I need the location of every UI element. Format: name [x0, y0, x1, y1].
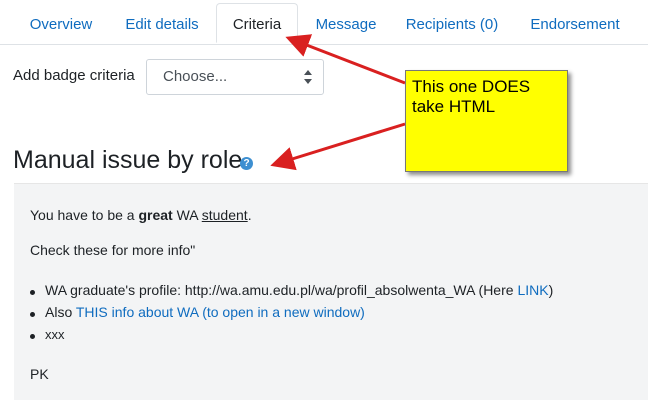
help-icon[interactable]: ?: [240, 157, 253, 170]
tab-bar: Overview Edit details Criteria Message R…: [0, 0, 648, 45]
criteria-description: You have to be a great WA student. Check…: [14, 183, 648, 400]
description-line-2: Check these for more info": [30, 242, 196, 258]
tab-overview[interactable]: Overview: [16, 6, 106, 43]
bullet-dot: [30, 334, 35, 339]
bullet-item-2: Also THIS info about WA (to open in a ne…: [45, 304, 365, 320]
annotation-text: This one DOES take HTML: [412, 77, 531, 116]
criteria-select[interactable]: Choose...: [146, 59, 324, 95]
annotation-note: This one DOES take HTML: [405, 70, 568, 172]
link-wa-info[interactable]: THIS info about WA (to open in a new win…: [76, 304, 365, 320]
tab-edit-details[interactable]: Edit details: [111, 6, 213, 43]
tab-recipients[interactable]: Recipients (0): [395, 6, 509, 43]
select-arrows-icon: [304, 70, 312, 84]
tab-message[interactable]: Message: [303, 6, 389, 43]
bullet-item-1: WA graduate's profile: http://wa.amu.edu…: [45, 282, 554, 298]
link-here[interactable]: LINK: [517, 282, 548, 298]
add-badge-criteria-label: Add badge criteria: [13, 67, 135, 84]
bullet-dot: [30, 290, 35, 295]
criteria-select-value: Choose...: [163, 68, 228, 85]
section-title: Manual issue by role: [13, 146, 243, 174]
tab-criteria[interactable]: Criteria: [216, 3, 298, 43]
tab-endorsement[interactable]: Endorsement: [516, 6, 634, 43]
arrow-to-heading: [270, 122, 406, 171]
bullet-dot: [30, 312, 35, 317]
bullet-item-3: xxx: [45, 327, 65, 342]
signature: PK: [30, 366, 49, 382]
description-line-1: You have to be a great WA student.: [30, 207, 252, 223]
